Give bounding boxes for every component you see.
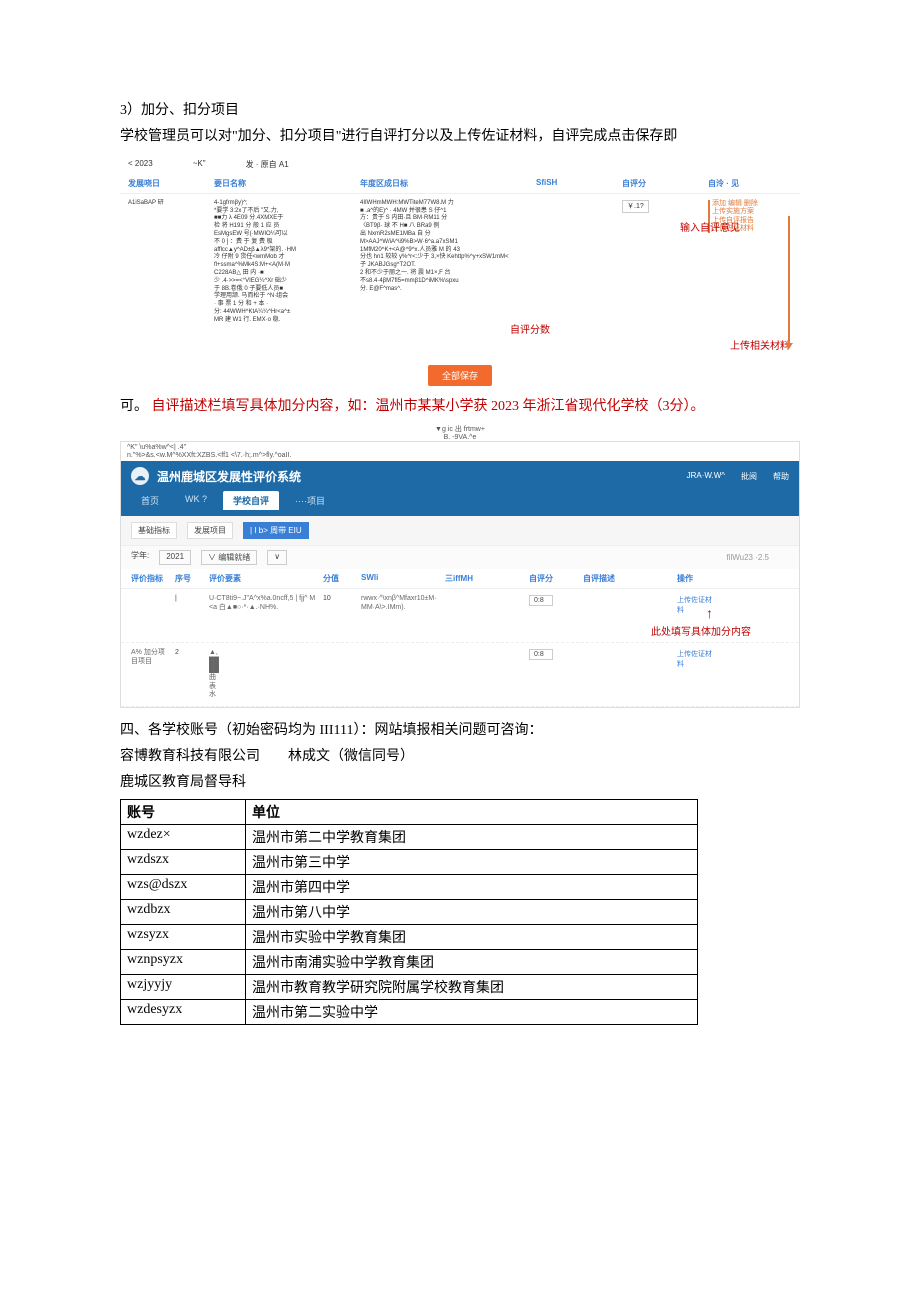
acct-a: wzsyzx [121, 924, 246, 949]
filter-year[interactable]: 2021 [159, 550, 191, 565]
acct-u: 温州市第三中学 [246, 849, 698, 874]
r1-c5: rwwx·^\xnβ^Mfaxr10±M· MM·A\>.IMm). [361, 595, 441, 636]
acct-a: wzdesyzx [121, 999, 246, 1024]
table-row: wzsyzx温州市实验中学教育集团 [121, 924, 698, 949]
figure-1: < 2023 ~K" 发 · 原自 A1 发展哓日 要日名称 年度区成日标 Sf… [120, 155, 800, 386]
acct-a: wzs@dszx [121, 874, 246, 899]
fig2-banner-b[interactable]: 批阅 [741, 471, 757, 482]
table-row: wzdszx温州市第三中学 [121, 849, 698, 874]
section-4-dept: 鹿城区教育局督导科 [120, 772, 800, 794]
th-8: 自评描述 [583, 573, 673, 584]
acct-u: 温州市第四中学 [246, 874, 698, 899]
fig1-h2: 要日名称 [214, 178, 354, 189]
table-row: wzdez×温州市第二中学教育集团 [121, 824, 698, 849]
acct-a: wzdbzx [121, 899, 246, 924]
paragraph-intro: 学校管理员可以对"加分、扣分项目"进行自评打分以及上传佐证材料，自评完成点击保存… [120, 126, 800, 148]
table-row: wzdesyzx温州市第二实验中学 [121, 999, 698, 1024]
fig2-totals: filWu23 ·2.5 [726, 553, 769, 562]
table-row: wzdbzx温州市第八中学 [121, 899, 698, 924]
fig2-pretitle2: ^K" \u%a%w^<| .4" n."%>&s.<w.M^%XXft:XZB… [121, 442, 799, 461]
r2-upload[interactable]: 上传佐证材料 [677, 651, 712, 668]
fig1-h6: 自泠 · 见 [708, 178, 808, 189]
table-row: A% 加分项目项目 2 ▲, ██ ██ 曲 表 水 0:8 上传佐证材料 [121, 643, 799, 706]
r1-c4: 10 [323, 595, 357, 636]
th-9: 操作 [677, 573, 717, 584]
fig1-score-input[interactable]: ￥.1? [622, 200, 649, 213]
acct-hdr-u: 单位 [246, 799, 698, 824]
table-row: wznpsyzx温州市南浦实验中学教育集团 [121, 949, 698, 974]
th-1: 评价指标 [131, 573, 171, 584]
r2-label: A% 加分项目项目 [131, 649, 171, 699]
th-5: SWli [361, 573, 441, 584]
r1-idx: | [175, 595, 205, 636]
th-7: 自评分 [529, 573, 579, 584]
fig2-pretitle: ▼g ic 出 frtmw+ B. -9VA.^e [120, 424, 800, 441]
th-2: 序号 [175, 573, 205, 584]
tab-wk[interactable]: WK ? [175, 491, 217, 510]
acct-hdr-a: 账号 [121, 799, 246, 824]
acct-u: 温州市南浦实验中学教育集团 [246, 949, 698, 974]
accounts-table: 账号 单位 wzdez×温州市第二中学教育集团 wzdszx温州市第三中学 wz… [120, 799, 698, 1025]
th-6: 三iffMH [445, 573, 525, 584]
arrow-icon: ↑ [706, 605, 713, 621]
cloud-icon: ☁ [131, 467, 149, 485]
fig1-c3: 4IIWHmMWH:MWTiteM77W8.M 力 ■ .a^的E)^ · 4M… [360, 200, 530, 325]
table-row: wzjyyjy温州市教育教学研究院附属学校教育集团 [121, 974, 698, 999]
acct-u: 温州市第八中学 [246, 899, 698, 924]
acct-a: wzjyyjy [121, 974, 246, 999]
table-row: | U·CT8ti9~.J"A^x%a.0ncff,5 | fjj^ M<a 白… [121, 589, 799, 643]
sub-bonus[interactable]: | I b> 周带 EIU [243, 522, 309, 539]
fig1-c1: A1iSaBAP 研 [128, 200, 208, 325]
tab-project[interactable]: ····项目 [285, 491, 335, 510]
paragraph-cont-b: 自评描述栏填写具体加分内容，如：温州市某某小学获 2023 年浙江省现代化学校（… [152, 399, 705, 414]
section-4-title: 四、各学校账号（初始密码均为 III111）：网站填报相关问题可咨询： [120, 720, 800, 742]
fig1-c2: 4-1gfrmβy)^; *要学 3:2x了不后 "又.力, ■■力 λ 4E0… [214, 200, 354, 325]
acct-a: wzdez× [121, 824, 246, 849]
figure-2-wrap: ▼g ic 出 frtmw+ B. -9VA.^e ^K" \u%a%w^<| … [120, 424, 800, 708]
fig1-annot-advice: 输入自评意见 [680, 222, 740, 235]
fig1-annot-arrow [788, 216, 790, 345]
fig1-h4: SfiSH [536, 178, 616, 189]
r2-idx: 2 [175, 649, 205, 699]
fig2-banner-c[interactable]: 帮助 [773, 471, 789, 482]
acct-a: wzdszx [121, 849, 246, 874]
fig2-title: 温州鹿城区发展性评价系统 [157, 468, 301, 485]
fig2-banner-user: JRA·W.W^ [687, 471, 725, 482]
r2-score-input[interactable]: 0:8 [529, 649, 553, 660]
fig1-source: 发 · 原自 A1 [246, 159, 289, 170]
table-row: wzs@dszx温州市第四中学 [121, 874, 698, 899]
fig1-k: ~K" [193, 159, 206, 170]
heading-3: 3）加分、扣分项目 [120, 100, 800, 122]
filter-state[interactable]: ∨ 编辑就绪 [201, 550, 257, 565]
filter-year-label: 学年: [131, 550, 149, 565]
filter-extra[interactable]: ∨ [267, 550, 287, 565]
fig1-h1: 发展哓日 [128, 178, 208, 189]
acct-u: 温州市第二中学教育集团 [246, 824, 698, 849]
fig1-h3: 年度区成日标 [360, 178, 530, 189]
tab-home[interactable]: 首页 [131, 491, 169, 510]
fig1-annot-score: 自评分数 [510, 324, 550, 337]
acct-u: 温州市教育教学研究院附属学校教育集团 [246, 974, 698, 999]
paragraph-cont-a: 可。 [120, 399, 148, 414]
acct-a: wznpsyzx [121, 949, 246, 974]
fig2-annot: 此处填写具体加分内容 [651, 623, 751, 638]
th-3: 评价要素 [209, 573, 319, 584]
sub-base[interactable]: 基础指标 [131, 522, 177, 539]
fig1-annot-upload: 上传相关材料 [730, 340, 790, 353]
r1-score-input[interactable]: 0:8 [529, 595, 553, 606]
th-4: 分值 [323, 573, 357, 584]
r2-c3: ▲, ██ ██ 曲 表 水 [209, 649, 319, 699]
acct-u: 温州市实验中学教育集团 [246, 924, 698, 949]
acct-u: 温州市第二实验中学 [246, 999, 698, 1024]
fig1-year: < 2023 [128, 159, 153, 170]
tab-self-eval[interactable]: 学校自评 [223, 491, 279, 510]
section-4-contact: 容博教育科技有限公司 林成文（微信同号） [120, 746, 800, 768]
fig1-save-button[interactable]: 全部保存 [428, 365, 492, 386]
r1-c3: U·CT8ti9~.J"A^x%a.0ncff,5 | fjj^ M<a 白▲■… [209, 595, 319, 636]
fig1-h5: 自评分 [622, 178, 702, 189]
sub-dev[interactable]: 发展项目 [187, 522, 233, 539]
